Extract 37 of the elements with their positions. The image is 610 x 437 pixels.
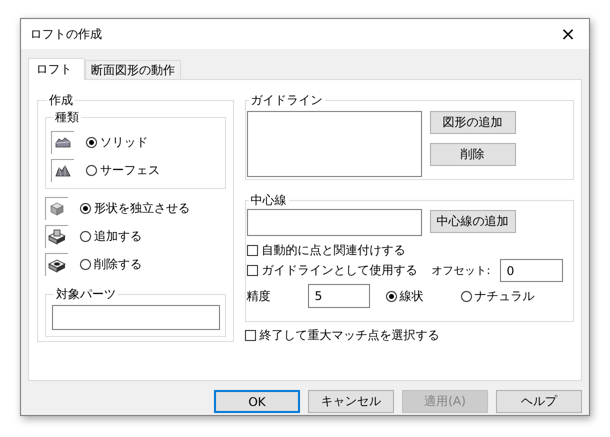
solid-shape-icon <box>51 130 74 154</box>
group-title: 対象パーツ <box>55 286 117 303</box>
guideline-list[interactable] <box>246 111 422 177</box>
target-part-field[interactable] <box>52 305 220 330</box>
surface-shape-icon <box>51 158 74 182</box>
group-title: 中心線 <box>250 192 288 209</box>
group-title: 種類 <box>54 109 80 126</box>
checkbox[interactable]: 終了して重大マッチ点を選択する <box>244 327 574 344</box>
window-title: ロフトの作成 <box>30 26 102 42</box>
tab[interactable]: ロフト <box>28 58 85 80</box>
block-plus-icon <box>45 224 68 248</box>
checkbox[interactable]: 自動的に点と関連付けする <box>246 242 565 259</box>
checkbox[interactable]: ガイドラインとして使用する <box>246 262 418 279</box>
dialog-button[interactable]: ヘルプ <box>496 390 582 413</box>
radio-option[interactable]: サーフェス <box>86 162 160 178</box>
precision-field[interactable]: 5 <box>308 284 370 308</box>
radio-option[interactable]: 追加する <box>80 228 142 244</box>
dialog-button[interactable]: キャンセル <box>308 390 394 413</box>
add-centerline-button[interactable]: 中心線の追加 <box>430 210 516 233</box>
tab[interactable]: 断面図形の動作 <box>85 60 181 79</box>
group-title: 作成 <box>48 92 74 109</box>
close-button[interactable]: × <box>553 20 583 48</box>
guideline-button[interactable]: 図形の追加 <box>430 111 516 134</box>
guideline-button[interactable]: 削除 <box>430 143 516 166</box>
radio-option[interactable]: 形状を独立させる <box>80 200 190 216</box>
dialog-button[interactable]: OK <box>214 390 300 413</box>
radio-option[interactable]: 削除する <box>80 256 142 272</box>
radio-option[interactable]: ナチュラル <box>460 288 535 304</box>
group-title: ガイドライン <box>250 92 324 109</box>
cube-icon <box>45 196 68 220</box>
offset-field[interactable]: 0 <box>500 259 563 282</box>
radio-option[interactable]: ソリッド <box>86 134 148 150</box>
centerline-field[interactable] <box>246 209 422 236</box>
precision-label: 精度 <box>246 288 272 304</box>
offset-label: オフセット: <box>432 263 492 278</box>
radio-option[interactable]: 線状 <box>386 288 424 304</box>
block-minus-icon <box>45 252 68 276</box>
